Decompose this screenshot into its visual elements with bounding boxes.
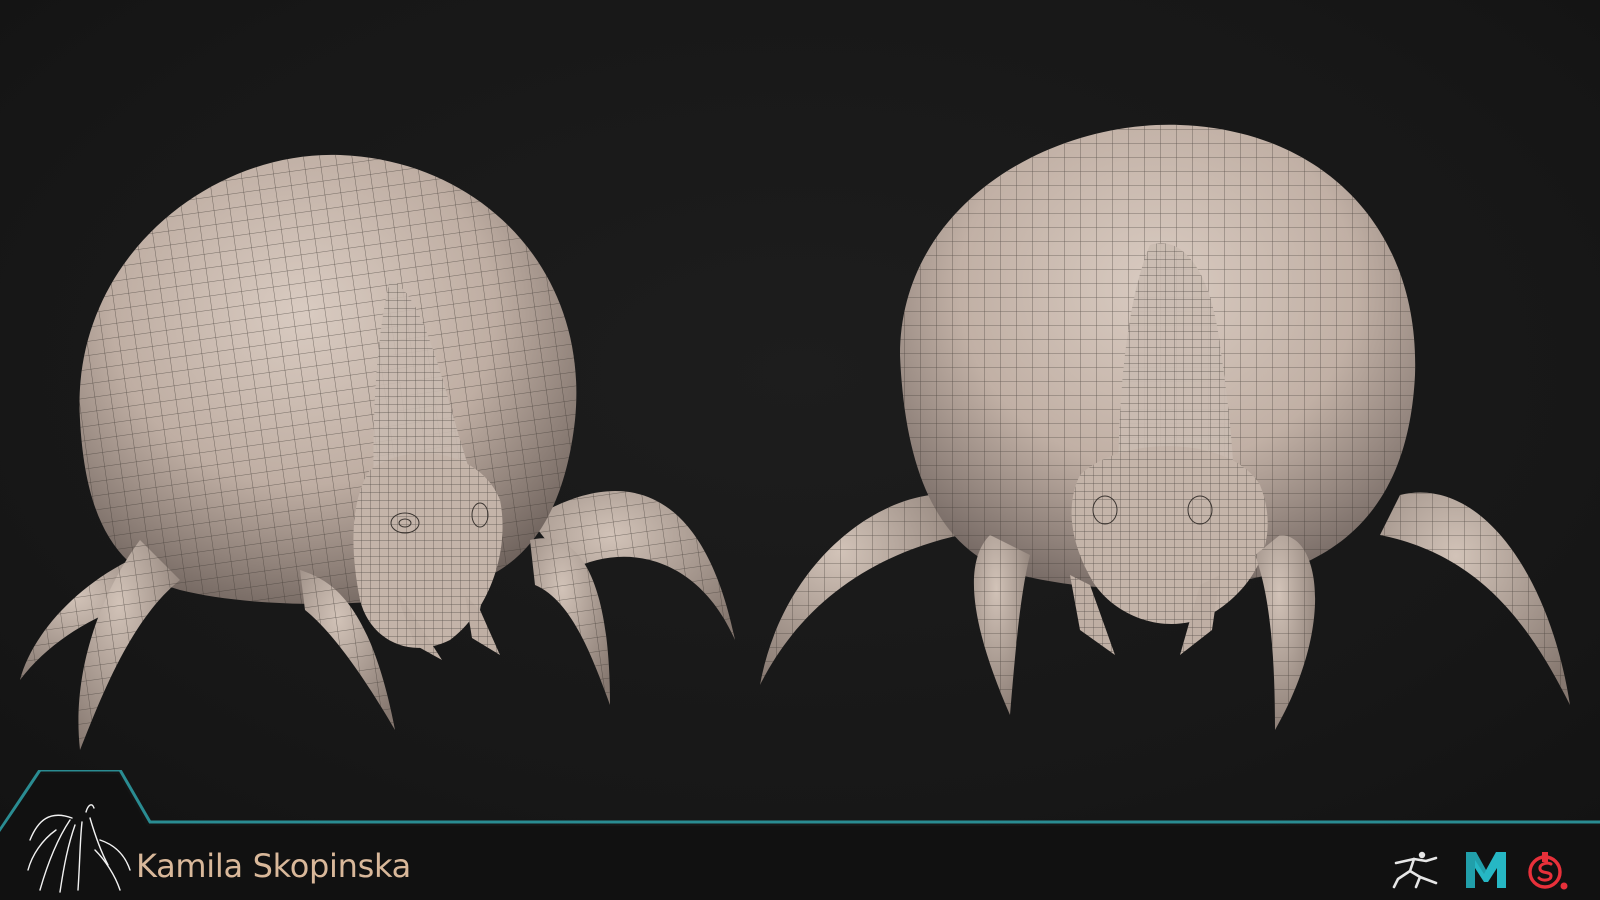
artist-name: Kamila Skopinska: [136, 847, 411, 885]
spider-signature-logo: [20, 800, 135, 900]
tick-leg: [78, 540, 180, 750]
render-stage: [0, 0, 1600, 828]
zbrush-icon: [1386, 848, 1446, 892]
tick-leg: [1255, 535, 1316, 730]
tick-model-front-view: [760, 115, 1580, 755]
tick-leg: [530, 538, 610, 705]
tick-model-three-quarter-view: [10, 140, 750, 770]
tick-leg: [1380, 492, 1570, 705]
tick-leg: [973, 535, 1030, 715]
substance-painter-icon: [1522, 848, 1572, 892]
tick-leg: [760, 495, 960, 685]
tick-head: [1071, 446, 1268, 624]
maya-icon: [1462, 848, 1510, 892]
tick-body: [79, 154, 577, 614]
